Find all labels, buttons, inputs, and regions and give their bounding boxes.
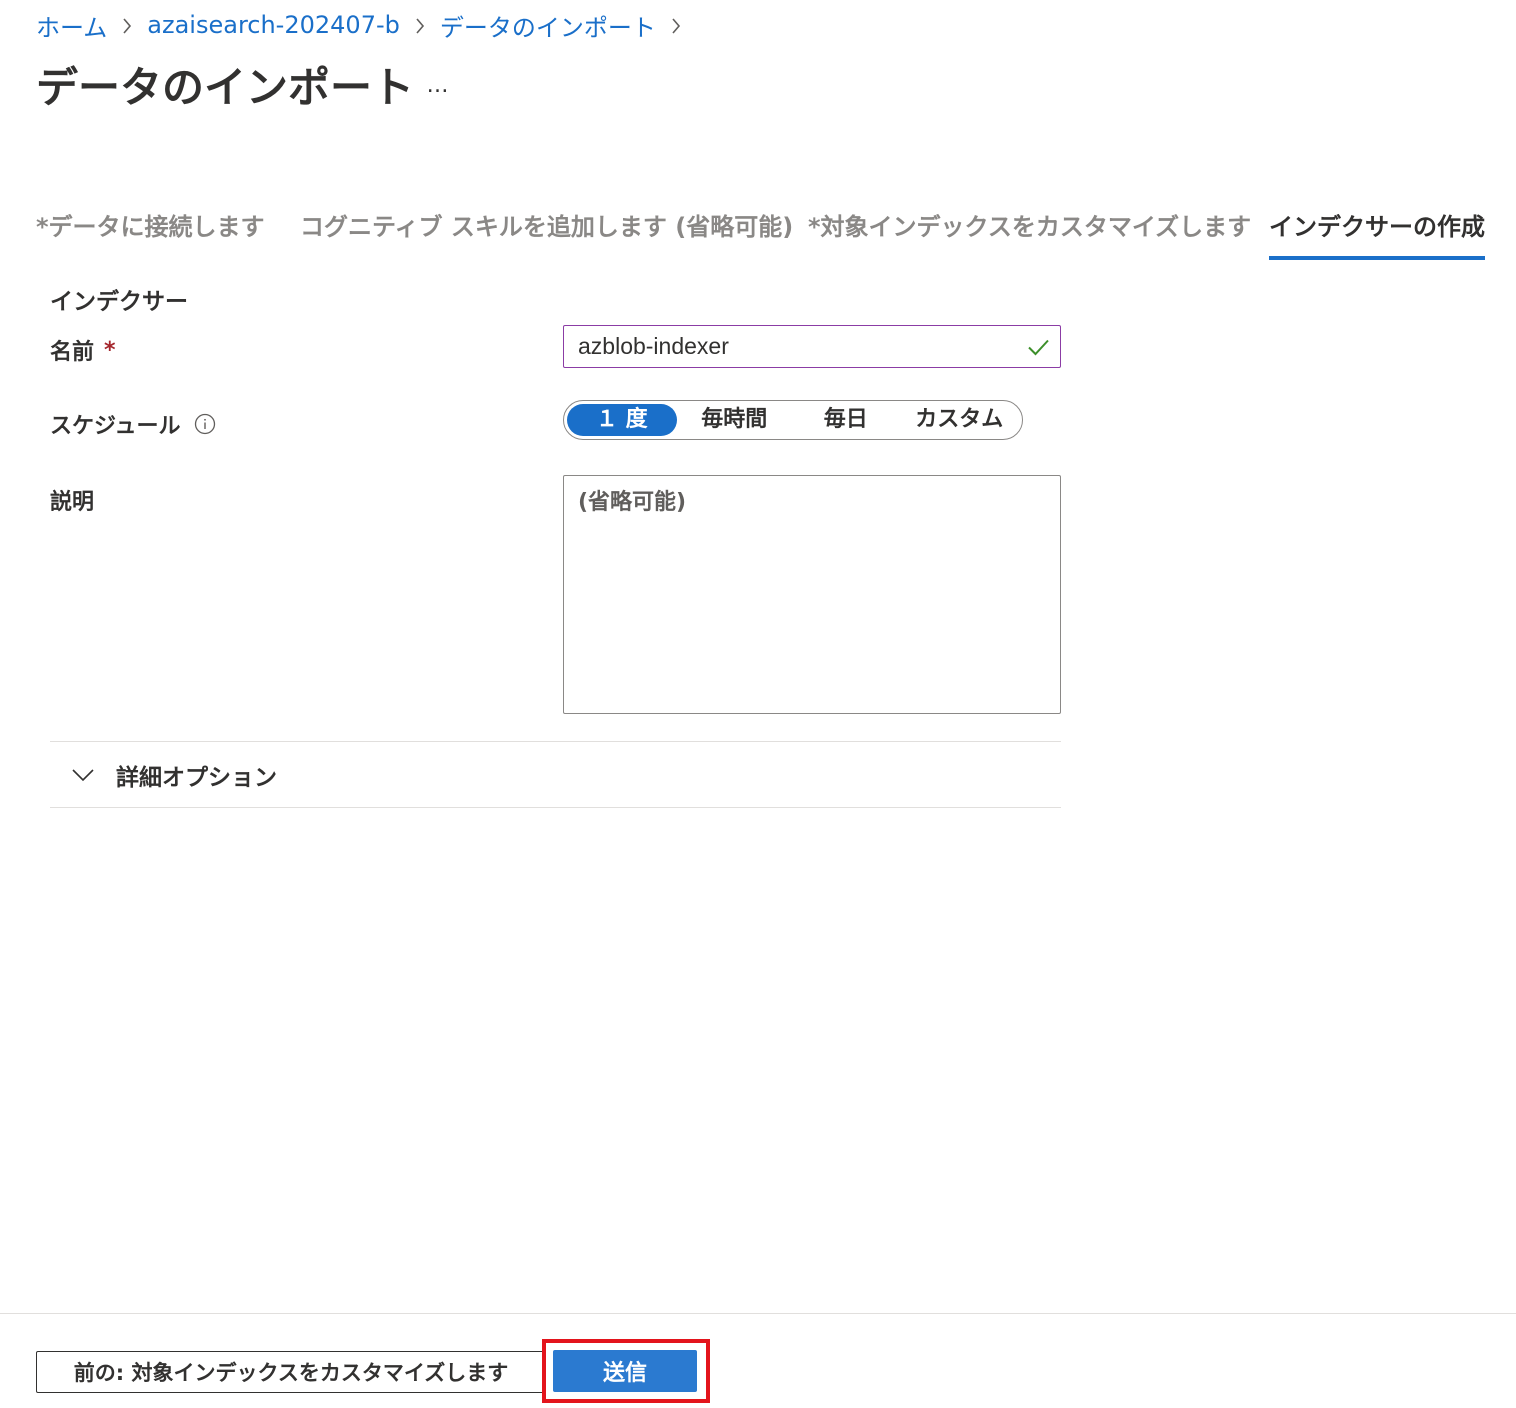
schedule-option-once[interactable]: １ 度 (567, 404, 677, 436)
section-title: インデクサー (50, 289, 188, 315)
schedule-label-text: スケジュール (50, 414, 181, 439)
wizard-tabs: *データに接続します コグニティブ スキルを追加します (省略可能) *対象イン… (36, 206, 1496, 260)
description-textarea[interactable] (563, 475, 1061, 714)
required-mark: * (104, 337, 116, 363)
page-title: データのインポート (36, 63, 415, 112)
description-label: 説明 (50, 490, 95, 515)
breadcrumb-service-link[interactable]: azaisearch-202407-b (147, 11, 400, 39)
info-icon[interactable] (194, 413, 216, 435)
name-input[interactable] (578, 326, 1008, 367)
more-options-icon[interactable]: … (420, 70, 456, 100)
chevron-right-icon (656, 11, 696, 39)
breadcrumb-home-link[interactable]: ホーム (36, 8, 107, 43)
name-label: 名前 * (50, 334, 116, 366)
advanced-options-toggle[interactable]: 詳細オプション (50, 742, 1061, 807)
schedule-toggle: １ 度 毎時間 毎日 カスタム (563, 400, 1023, 440)
tab-customize-index[interactable]: *対象インデックスをカスタマイズします (808, 206, 1251, 260)
tab-add-cognitive-skills[interactable]: コグニティブ スキルを追加します (省略可能) (300, 206, 793, 260)
submit-button[interactable]: 送信 (553, 1350, 697, 1392)
chevron-right-icon (107, 11, 147, 39)
footer-divider (0, 1313, 1516, 1314)
tab-connect-data[interactable]: *データに接続します (36, 206, 265, 260)
breadcrumb: ホーム azaisearch-202407-b データのインポート (36, 8, 696, 42)
name-field (563, 325, 1061, 368)
chevron-right-icon (400, 11, 440, 39)
import-data-page: ホーム azaisearch-202407-b データのインポート データのイン… (0, 0, 1516, 1408)
name-label-text: 名前 (50, 340, 95, 365)
tab-create-indexer[interactable]: インデクサーの作成 (1269, 206, 1485, 260)
schedule-option-daily[interactable]: 毎日 (792, 404, 900, 436)
schedule-option-custom[interactable]: カスタム (900, 404, 1019, 436)
divider (50, 807, 1061, 808)
breadcrumb-import-link[interactable]: データのインポート (440, 8, 656, 43)
schedule-option-hourly[interactable]: 毎時間 (677, 404, 792, 436)
chevron-down-icon (72, 768, 94, 782)
schedule-label: スケジュール (50, 408, 216, 440)
advanced-options-label: 詳細オプション (116, 764, 277, 791)
checkmark-icon (1026, 335, 1050, 363)
previous-button[interactable]: 前の: 対象インデックスをカスタマイズします (36, 1351, 546, 1393)
